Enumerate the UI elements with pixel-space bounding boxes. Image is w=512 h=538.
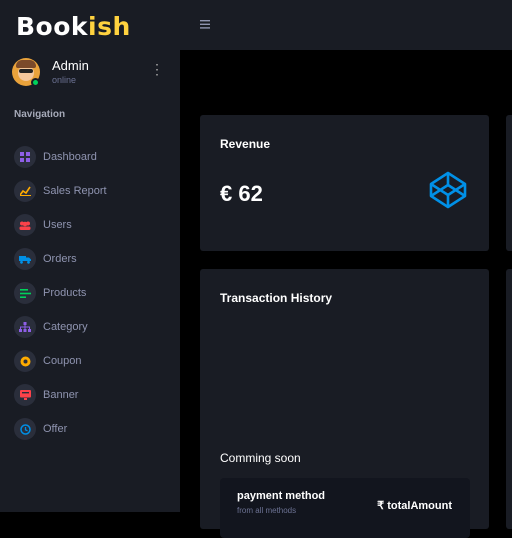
sidebar-item-label: Offer (43, 423, 68, 435)
clock-icon (14, 418, 36, 440)
codepen-icon (429, 171, 467, 209)
payment-method-row: payment method from all methods ₹ totalA… (220, 478, 470, 538)
truck-icon (14, 248, 36, 270)
sidebar-item-label: Coupon (43, 355, 82, 367)
sidebar-item-label: Orders (43, 253, 77, 265)
revenue-value: € 62 (220, 181, 263, 206)
list-icon (14, 282, 36, 304)
payment-method-subtext: from all methods (237, 506, 297, 515)
brand-logo-accent: ish (88, 12, 131, 41)
sidebar-item-label: Users (43, 219, 72, 231)
payment-method-label: payment method (237, 490, 326, 502)
sidebar-item-label: Sales Report (43, 185, 107, 197)
coming-soon-text: Comming soon (220, 451, 301, 465)
sidebar-nav: Dashboard Sales Report Users Orders Prod… (14, 140, 180, 446)
revenue-card: Revenue € 62 (200, 115, 489, 251)
sidebar: Bookish Admin online ⋮ Navigation Dashbo… (0, 0, 180, 512)
chart-icon (14, 180, 36, 202)
sidebar-item-label: Banner (43, 389, 79, 401)
grid-icon (14, 146, 36, 168)
more-options-icon[interactable]: ⋮ (150, 62, 164, 76)
top-navbar (180, 0, 512, 50)
user-profile[interactable]: Admin online ⋮ (12, 56, 168, 92)
transaction-history-card: Transaction History Comming soon payment… (200, 269, 489, 538)
sidebar-item-category[interactable]: Category (14, 310, 180, 344)
sidebar-item-coupon[interactable]: Coupon (14, 344, 180, 378)
online-status-dot (31, 78, 40, 87)
badge-icon (14, 350, 36, 372)
total-amount: ₹ totalAmount (377, 500, 452, 512)
nav-heading: Navigation (14, 109, 66, 120)
sidebar-item-sales-report[interactable]: Sales Report (14, 174, 180, 208)
brand-logo-main: Book (16, 12, 89, 41)
partial-card (506, 269, 512, 529)
sidebar-item-orders[interactable]: Orders (14, 242, 180, 276)
profile-name: Admin (52, 58, 89, 73)
avatar-hair (16, 60, 36, 68)
sidebar-item-banner[interactable]: Banner (14, 378, 180, 412)
transaction-history-title: Transaction History (220, 291, 333, 305)
avatar-glasses (19, 69, 33, 73)
sidebar-item-products[interactable]: Products (14, 276, 180, 310)
revenue-title: Revenue (220, 137, 271, 151)
sidebar-item-label: Dashboard (43, 151, 97, 163)
menu-toggle-icon[interactable] (200, 16, 210, 32)
brand-logo[interactable]: Bookish (16, 12, 131, 41)
profile-status: online (52, 75, 77, 85)
sidebar-item-offer[interactable]: Offer (14, 412, 180, 446)
image-icon (14, 384, 36, 406)
sidebar-item-users[interactable]: Users (14, 208, 180, 242)
users-icon (14, 214, 36, 236)
sidebar-item-dashboard[interactable]: Dashboard (14, 140, 180, 174)
sitemap-icon (14, 316, 36, 338)
partial-card (506, 115, 512, 251)
sidebar-item-label: Products (43, 287, 87, 299)
sidebar-item-label: Category (43, 321, 88, 333)
